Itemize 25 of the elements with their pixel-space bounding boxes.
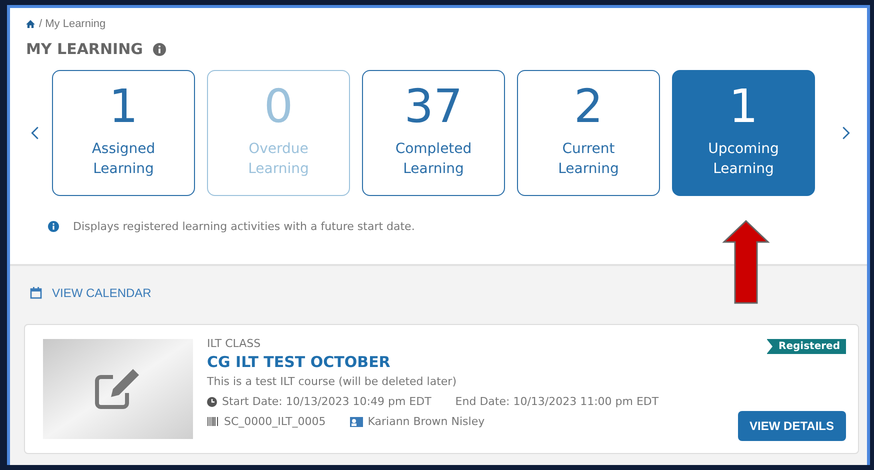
barcode-icon	[207, 417, 219, 426]
learning-tile[interactable]: 37 Completed Learning	[362, 70, 505, 196]
view-details-button[interactable]: VIEW DETAILS	[738, 411, 846, 441]
clock-icon	[207, 396, 217, 406]
course-type: ILT CLASS	[207, 337, 261, 350]
home-icon[interactable]	[26, 20, 35, 28]
learning-tile[interactable]: 2 Current Learning	[517, 70, 660, 196]
hint-text: Displays registered learning activities with a future start date.	[73, 220, 415, 233]
learning-tile[interactable]: 1 Assigned Learning	[52, 70, 195, 196]
view-calendar-link[interactable]: VIEW CALENDAR	[52, 286, 152, 300]
edit-icon	[95, 369, 139, 409]
instructor-icon	[350, 416, 363, 426]
info-icon	[48, 221, 59, 232]
status-badge: Registered	[766, 339, 846, 354]
course-code: SC_0000_ILT_0005	[224, 415, 326, 428]
breadcrumb-text: / My Learning	[39, 18, 106, 30]
start-date: Start Date: 10/13/2023 10:49 pm EDT	[222, 395, 432, 408]
page-title: MY LEARNING	[26, 40, 143, 58]
learning-tile[interactable]: 1 Upcoming Learning	[672, 70, 815, 196]
course-description: This is a test ILT course (will be deleted later)	[207, 375, 456, 388]
end-date: End Date: 10/13/2023 11:00 pm EDT	[455, 395, 659, 408]
calendar-icon	[30, 287, 42, 299]
info-icon[interactable]	[152, 42, 166, 56]
instructor-name: Kariann Brown Nisley	[368, 415, 485, 428]
course-title[interactable]: CG ILT TEST OCTOBER	[207, 353, 390, 371]
